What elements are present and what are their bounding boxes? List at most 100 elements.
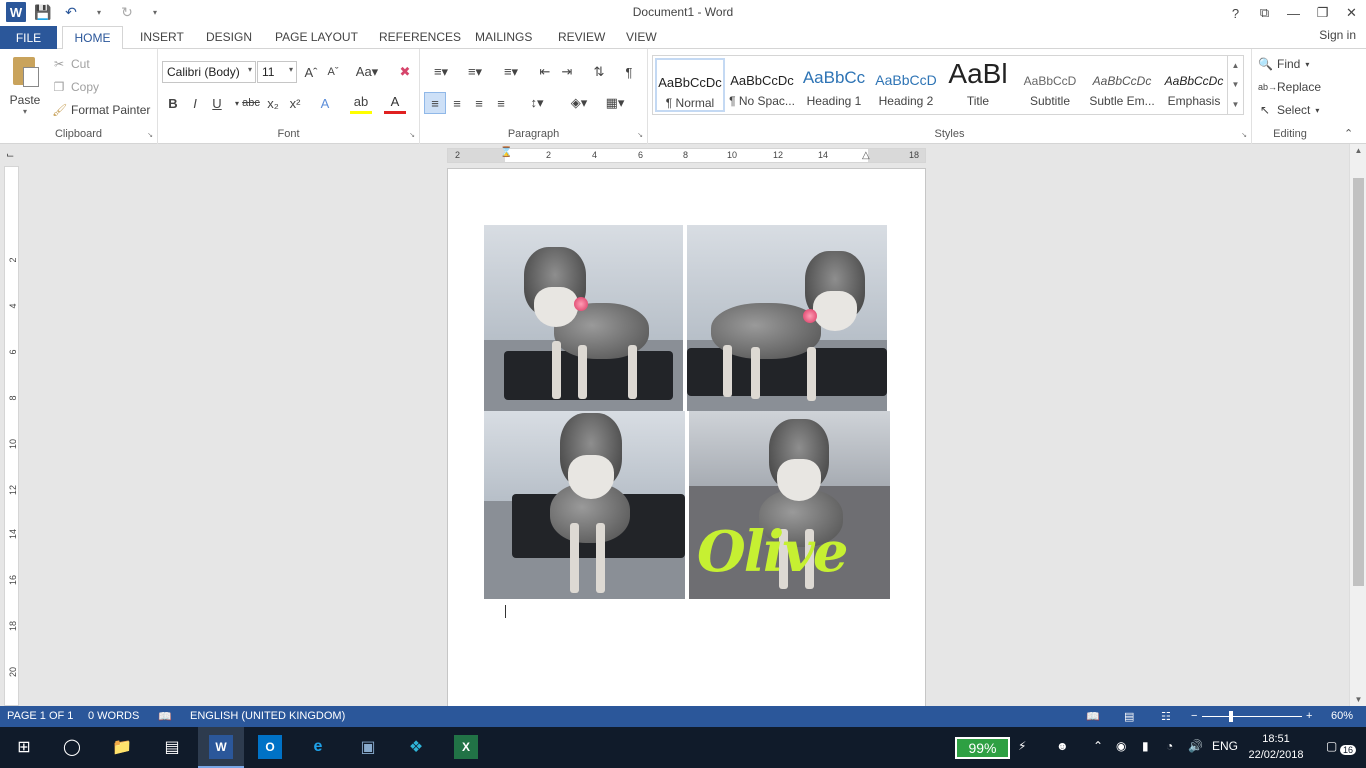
document-page[interactable]: Olive: [447, 168, 926, 728]
word-count[interactable]: 0 WORDS: [88, 710, 139, 722]
clear-formatting-icon[interactable]: ✖: [394, 61, 416, 83]
style-heading-1[interactable]: AaBbCc Heading 1: [799, 58, 869, 112]
outlook-icon[interactable]: O: [258, 735, 282, 759]
paste-dropdown-icon[interactable]: ▾: [8, 107, 42, 116]
windows-start-icon[interactable]: ⊞: [12, 735, 36, 759]
chevron-up-icon[interactable]: ▲: [1232, 61, 1240, 70]
pilcrow-icon[interactable]: ¶: [618, 61, 640, 83]
collapse-ribbon-icon[interactable]: ⌃: [1344, 127, 1353, 140]
subscript-icon[interactable]: x₂: [262, 92, 284, 114]
increase-indent-icon[interactable]: ⇥: [556, 61, 578, 83]
select-button[interactable]: ↖ Select ▾: [1258, 103, 1319, 117]
taskbar-tool-icon[interactable]: ▣: [356, 735, 380, 759]
wifi-icon[interactable]: ◔: [1166, 739, 1173, 753]
superscript-icon[interactable]: x²: [284, 92, 306, 114]
word-taskbar-icon[interactable]: W: [209, 735, 233, 759]
paste-button[interactable]: Paste ▾: [8, 55, 42, 116]
volume-icon[interactable]: 🔊: [1188, 739, 1203, 753]
replace-button[interactable]: ab→ Replace: [1258, 80, 1321, 94]
grow-font-icon[interactable]: Aˆ: [300, 61, 322, 83]
chevron-down-icon[interactable]: ▼: [1232, 80, 1240, 89]
taskbar-app-2-icon[interactable]: ❖: [404, 735, 428, 759]
sort-icon[interactable]: ⇅: [588, 61, 610, 83]
decrease-indent-icon[interactable]: ⇤: [534, 61, 556, 83]
style-emphasis[interactable]: AaBbCcDc Emphasis: [1159, 58, 1229, 112]
style-title[interactable]: AaBl Title: [943, 58, 1013, 112]
print-layout-icon[interactable]: ▤: [1124, 710, 1134, 723]
power-plug-icon[interactable]: ⚡: [1018, 739, 1026, 753]
more-styles-icon[interactable]: ▼: [1232, 100, 1240, 109]
tab-references[interactable]: REFERENCES: [379, 30, 461, 44]
font-family-combo[interactable]: Calibri (Body) ▾: [162, 61, 256, 83]
ribbon-display-icon[interactable]: ⧉: [1250, 0, 1279, 26]
font-size-combo[interactable]: 11 ▾: [257, 61, 297, 83]
page-count[interactable]: PAGE 1 OF 1: [7, 710, 73, 722]
tab-design[interactable]: DESIGN: [206, 30, 252, 44]
style-no-spacing[interactable]: AaBbCcDc ¶ No Spac...: [727, 58, 797, 112]
justify-icon[interactable]: ≡: [490, 92, 512, 114]
web-layout-icon[interactable]: ☷: [1161, 710, 1171, 723]
highlight-icon[interactable]: ab: [350, 92, 372, 114]
language-indicator[interactable]: ENGLISH (UNITED KINGDOM): [190, 710, 345, 722]
style-heading-2[interactable]: AaBbCcD Heading 2: [871, 58, 941, 112]
change-case-icon[interactable]: Aa▾: [352, 61, 382, 83]
vertical-scrollbar[interactable]: ▲ ▼: [1349, 144, 1366, 706]
align-right-icon[interactable]: ≡: [468, 92, 490, 114]
minimize-icon[interactable]: —: [1279, 0, 1308, 26]
dog-photo-3[interactable]: [484, 411, 685, 599]
battery-icon[interactable]: ▮: [1142, 739, 1149, 753]
dog-photo-2[interactable]: [687, 225, 887, 411]
proofing-icon[interactable]: 📖: [158, 710, 172, 723]
cortana-icon[interactable]: ◯: [60, 735, 84, 759]
help-icon[interactable]: ?: [1221, 0, 1250, 26]
bold-icon[interactable]: B: [162, 92, 184, 114]
read-mode-icon[interactable]: 📖: [1086, 710, 1100, 723]
tab-home[interactable]: HOME: [62, 26, 123, 50]
action-center-icon[interactable]: ▢: [1326, 739, 1337, 753]
underline-icon[interactable]: U: [206, 92, 228, 114]
close-icon[interactable]: ✕: [1337, 0, 1366, 26]
tab-review[interactable]: REVIEW: [558, 30, 605, 44]
scroll-up-icon[interactable]: ▲: [1350, 146, 1366, 155]
strikethrough-icon[interactable]: abc: [240, 92, 262, 114]
network-status-icon[interactable]: ◉: [1116, 739, 1126, 753]
align-center-icon[interactable]: ≡: [446, 92, 468, 114]
copy-button[interactable]: ❐ Copy: [52, 80, 99, 94]
scrollbar-thumb[interactable]: [1353, 178, 1364, 586]
zoom-slider-handle[interactable]: [1229, 711, 1233, 722]
excel-icon[interactable]: X: [454, 735, 478, 759]
horizontal-ruler[interactable]: 2 2 4 6 8 10 12 14 18 ⌛ △: [447, 147, 926, 163]
font-launcher-icon[interactable]: ↘: [409, 131, 415, 139]
cut-button[interactable]: ✂ Cut: [52, 57, 90, 71]
internet-explorer-icon[interactable]: e: [306, 735, 330, 759]
text-effects-icon[interactable]: A: [314, 92, 336, 114]
tab-file[interactable]: FILE: [0, 26, 57, 50]
show-hidden-icons-icon[interactable]: ⌃: [1093, 739, 1103, 753]
paragraph-launcher-icon[interactable]: ↘: [637, 131, 643, 139]
restore-icon[interactable]: ❐: [1308, 0, 1337, 26]
right-indent-marker-icon[interactable]: △: [862, 150, 870, 161]
taskbar-app-icon[interactable]: ▤: [160, 735, 184, 759]
zoom-in-icon[interactable]: +: [1306, 710, 1312, 722]
indent-marker-icon[interactable]: ⌛: [500, 147, 512, 158]
zoom-out-icon[interactable]: −: [1191, 710, 1197, 722]
find-button[interactable]: 🔍 Find ▾: [1258, 57, 1309, 71]
tab-page-layout[interactable]: PAGE LAYOUT: [275, 30, 358, 44]
italic-icon[interactable]: I: [184, 92, 206, 114]
tab-mailings[interactable]: MAILINGS: [475, 30, 532, 44]
line-spacing-icon[interactable]: ↕▾: [522, 92, 552, 114]
scroll-down-icon[interactable]: ▼: [1350, 695, 1366, 704]
sign-in-link[interactable]: Sign in: [1319, 28, 1356, 42]
style-normal[interactable]: AaBbCcDc ¶ Normal: [655, 58, 725, 112]
dog-photo-1[interactable]: [484, 225, 683, 411]
shrink-font-icon[interactable]: Aˇ: [322, 61, 344, 83]
zoom-level[interactable]: 60%: [1331, 710, 1353, 722]
tab-insert[interactable]: INSERT: [140, 30, 184, 44]
file-explorer-icon[interactable]: 📁: [110, 735, 134, 759]
style-subtitle[interactable]: AaBbCcD Subtitle: [1015, 58, 1085, 112]
format-painter-button[interactable]: 🖌 Format Painter: [52, 103, 150, 117]
tab-view[interactable]: VIEW: [626, 30, 657, 44]
style-subtle-emphasis[interactable]: AaBbCcDc Subtle Em...: [1087, 58, 1157, 112]
bullets-icon[interactable]: ≡▾: [426, 61, 456, 83]
align-left-icon[interactable]: ≡: [424, 92, 446, 114]
